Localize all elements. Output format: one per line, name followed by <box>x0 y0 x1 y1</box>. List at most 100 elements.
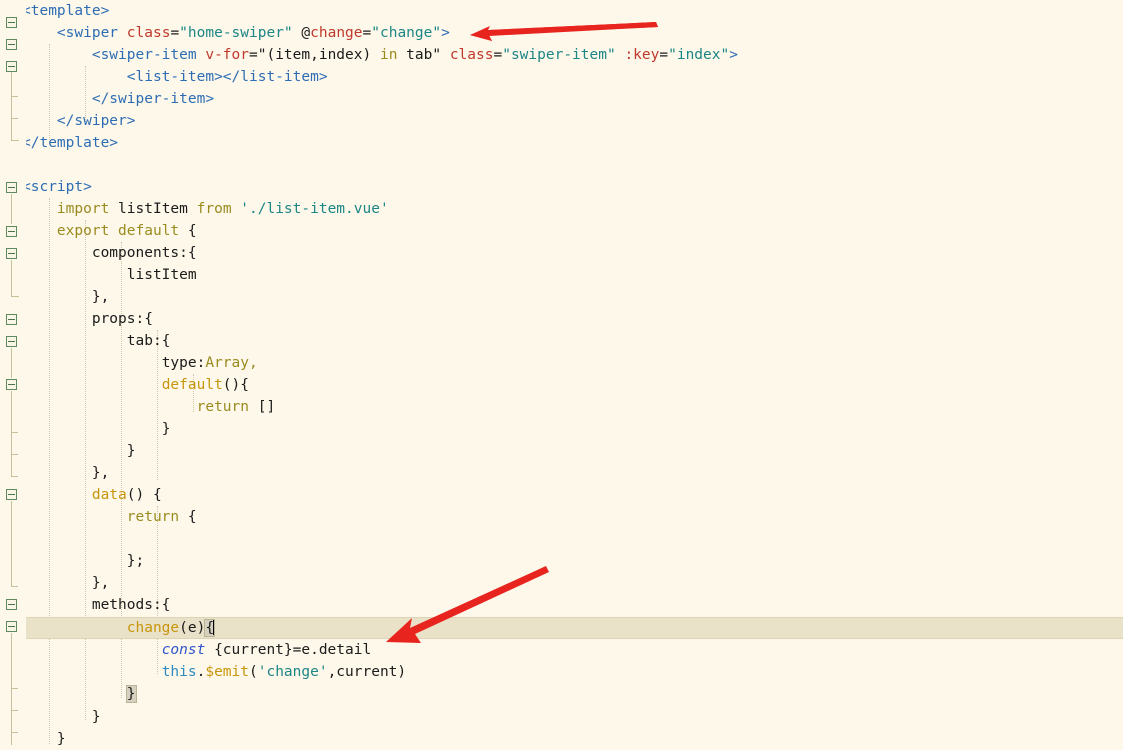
code-text-area[interactable]: <template> <swiper class="home-swiper" @… <box>0 0 1123 747</box>
token-function: change <box>126 620 180 636</box>
fold-marker[interactable] <box>6 621 17 632</box>
fold-marker[interactable] <box>6 489 17 500</box>
token-keyword: default <box>118 223 180 239</box>
code-line[interactable]: }, <box>0 572 1123 594</box>
code-line[interactable]: listItem <box>0 264 1123 286</box>
token-eq: = <box>362 25 372 41</box>
code-line[interactable]: return [] <box>0 396 1123 418</box>
token-keyword: export <box>56 223 110 239</box>
code-line[interactable]: <swiper class="home-swiper" @change="cha… <box>0 22 1123 44</box>
token-brace: }, <box>91 575 110 591</box>
code-line[interactable]: tab:{ <box>0 330 1123 352</box>
token-brace: } <box>161 421 171 437</box>
token-property: components:{ <box>91 245 197 261</box>
code-line[interactable]: </template> <box>0 132 1123 154</box>
token-keyword: return <box>126 509 180 525</box>
token-property: props:{ <box>91 311 153 327</box>
code-line[interactable] <box>0 154 1123 176</box>
token-destructure: {current}=e.detail <box>205 642 372 658</box>
fold-tree-end <box>11 282 19 297</box>
code-line[interactable]: }; <box>0 550 1123 572</box>
code-line[interactable]: } <box>0 706 1123 728</box>
token-tag: <template> <box>22 3 110 19</box>
code-line[interactable]: components:{ <box>0 242 1123 264</box>
token-tag: swiper-item <box>100 47 197 63</box>
token-tag: </list-item> <box>222 69 328 85</box>
code-line[interactable]: <list-item></list-item> <box>0 66 1123 88</box>
code-line[interactable]: props:{ <box>0 308 1123 330</box>
code-line[interactable]: default(){ <box>0 374 1123 396</box>
code-line[interactable]: type:Array, <box>0 352 1123 374</box>
fold-marker[interactable] <box>6 39 17 50</box>
token-string: './list-item.vue' <box>240 201 389 217</box>
code-line[interactable]: } <box>0 683 1123 705</box>
editor-gutter[interactable] <box>0 0 26 745</box>
token-brace: }, <box>91 465 110 481</box>
token-brace: }, <box>91 289 110 305</box>
fold-tree-line <box>11 633 12 745</box>
token-eq: = <box>659 47 669 63</box>
code-line[interactable]: }, <box>0 462 1123 484</box>
token-eq: = <box>249 47 258 63</box>
token-attr: change <box>310 25 363 41</box>
code-line[interactable]: return { <box>0 506 1123 528</box>
token-keyword: in <box>379 47 398 63</box>
token-property: type: <box>161 355 206 371</box>
token-attr: :key <box>624 47 660 63</box>
code-line[interactable]: export default { <box>0 220 1123 242</box>
code-line[interactable]: <swiper-item v-for="(item,index) in tab"… <box>0 44 1123 66</box>
fold-tree-line <box>11 391 12 477</box>
token-punct: < <box>56 25 66 41</box>
code-line[interactable]: data() { <box>0 484 1123 506</box>
code-line[interactable]: change(e){ <box>0 617 1123 639</box>
fold-tree-branch <box>11 688 18 689</box>
token-method: $emit <box>205 664 249 680</box>
code-line[interactable]: } <box>0 418 1123 440</box>
code-line[interactable]: }, <box>0 286 1123 308</box>
token-property: tab:{ <box>126 333 171 349</box>
code-line[interactable]: <template> <box>0 0 1123 22</box>
fold-tree-branch <box>11 96 18 97</box>
token-punct: () { <box>126 487 162 503</box>
token-punct: > <box>729 47 738 63</box>
token-expr: "(item,index) <box>257 47 372 63</box>
fold-marker[interactable] <box>6 17 17 28</box>
token-identifier: listItem <box>118 201 188 217</box>
token-tag: <script> <box>22 179 92 195</box>
token-identifier: listItem <box>126 267 197 283</box>
code-line[interactable]: methods:{ <box>0 594 1123 616</box>
fold-marker[interactable] <box>6 314 17 325</box>
code-line[interactable]: </swiper-item> <box>0 88 1123 110</box>
token-function: default <box>161 377 223 393</box>
fold-tree-branch <box>11 454 18 455</box>
fold-marker[interactable] <box>6 61 17 72</box>
code-line[interactable]: } <box>0 440 1123 462</box>
token-expr: tab" <box>406 47 442 63</box>
code-line[interactable]: const {current}=e.detail <box>0 639 1123 661</box>
code-line[interactable]: </swiper> <box>0 110 1123 132</box>
fold-marker[interactable] <box>6 336 17 347</box>
fold-marker[interactable] <box>6 226 17 237</box>
code-line[interactable] <box>0 528 1123 550</box>
token-matched-brace-close: } <box>125 685 137 703</box>
code-line[interactable]: this.$emit('change',current) <box>0 661 1123 683</box>
code-editor[interactable]: <template> <swiper class="home-swiper" @… <box>0 0 1123 747</box>
code-line[interactable]: import listItem from './list-item.vue' <box>0 198 1123 220</box>
token-eq: = <box>170 25 180 41</box>
code-line[interactable]: } <box>0 728 1123 750</box>
fold-marker[interactable] <box>6 599 17 610</box>
token-keyword-const: const <box>161 642 206 658</box>
fold-tree-branch <box>11 710 18 711</box>
code-line[interactable]: <script> <box>0 176 1123 198</box>
token-string: "index" <box>668 47 730 63</box>
token-keyword: from <box>196 201 232 217</box>
token-tag: <list-item> <box>126 69 223 85</box>
fold-tree-branch <box>11 476 18 477</box>
fold-marker[interactable] <box>6 182 17 193</box>
token-attr: class <box>126 25 171 41</box>
fold-marker[interactable] <box>6 379 17 390</box>
token-punct: (){ <box>222 377 249 393</box>
token-function: data <box>91 487 127 503</box>
fold-marker[interactable] <box>6 248 17 259</box>
token-type: Array, <box>205 355 258 371</box>
